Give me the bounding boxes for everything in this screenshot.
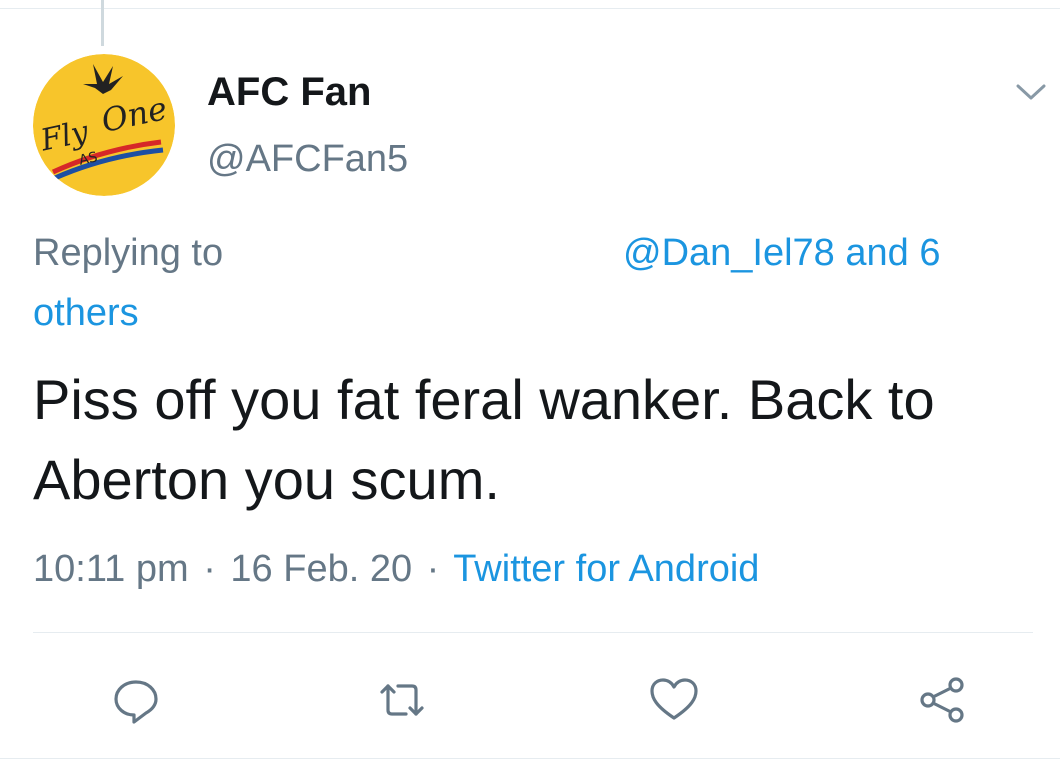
tweet-metadata: 10:11 pm · 16 Feb. 20 · Twitter for Andr… bbox=[33, 548, 759, 591]
reply-others-link[interactable]: others bbox=[33, 292, 139, 334]
share-icon bbox=[920, 677, 964, 723]
reply-icon bbox=[114, 680, 158, 724]
bottom-divider bbox=[0, 758, 1060, 759]
actions-divider bbox=[33, 632, 1033, 633]
like-button[interactable] bbox=[646, 672, 702, 728]
user-handle[interactable]: @AFCFan5 bbox=[207, 138, 408, 181]
tweet-date: 16 Feb. 20 bbox=[230, 548, 413, 590]
meta-separator: · bbox=[203, 548, 216, 590]
heart-icon bbox=[650, 678, 698, 720]
reply-mentions-link[interactable]: @Dan_Iel78 and 6 bbox=[623, 232, 940, 275]
retweet-button[interactable] bbox=[374, 672, 430, 728]
thread-connector-line bbox=[101, 0, 104, 46]
top-divider bbox=[0, 8, 1060, 9]
display-name[interactable]: AFC Fan bbox=[207, 70, 371, 115]
share-button[interactable] bbox=[914, 672, 970, 728]
tweet-source-link[interactable]: Twitter for Android bbox=[453, 548, 759, 590]
retweet-icon bbox=[380, 684, 424, 716]
tweet-time: 10:11 pm bbox=[33, 548, 189, 590]
tweet-text: Piss off you fat feral wanker. Back to A… bbox=[33, 368, 935, 511]
avatar[interactable]: Fly One AS bbox=[33, 54, 175, 196]
action-bar bbox=[0, 660, 1060, 740]
replying-to-label: Replying to bbox=[33, 232, 224, 274]
meta-separator: · bbox=[426, 548, 440, 590]
chevron-down-icon[interactable] bbox=[1014, 80, 1048, 104]
reply-button[interactable] bbox=[108, 672, 164, 728]
